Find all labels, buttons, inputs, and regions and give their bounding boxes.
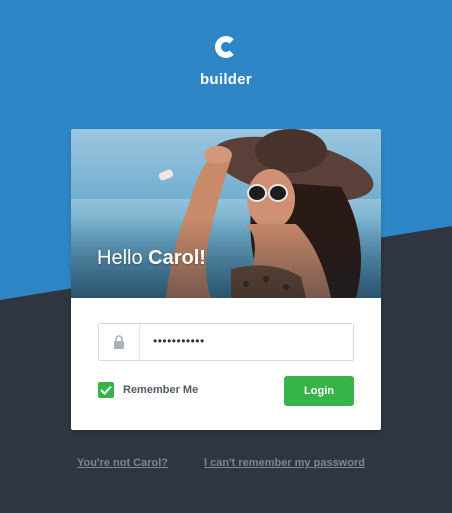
forgot-password-link[interactable]: I can't remember my password [204,457,365,469]
lock-icon [99,324,140,360]
greeting-text: Hello Carol! [97,247,206,270]
password-input[interactable]: ••••••••••• [153,334,205,348]
login-button[interactable]: Login [284,376,354,406]
user-name: Carol! [148,247,206,269]
brand-logo: builder [0,36,452,88]
remember-label: Remember Me [123,384,199,396]
profile-photo: Hello Carol! [71,129,381,298]
checkmark-icon [100,385,112,395]
login-card: Hello Carol! ••••••••••• Remember Me Log… [71,129,381,430]
brand-name: builder [199,71,253,88]
c-logo-icon [215,36,237,58]
not-user-link[interactable]: You're not Carol? [77,457,168,469]
greeting-prefix: Hello [97,247,143,269]
remember-checkbox[interactable] [98,382,114,398]
password-field[interactable]: ••••••••••• [98,323,354,361]
